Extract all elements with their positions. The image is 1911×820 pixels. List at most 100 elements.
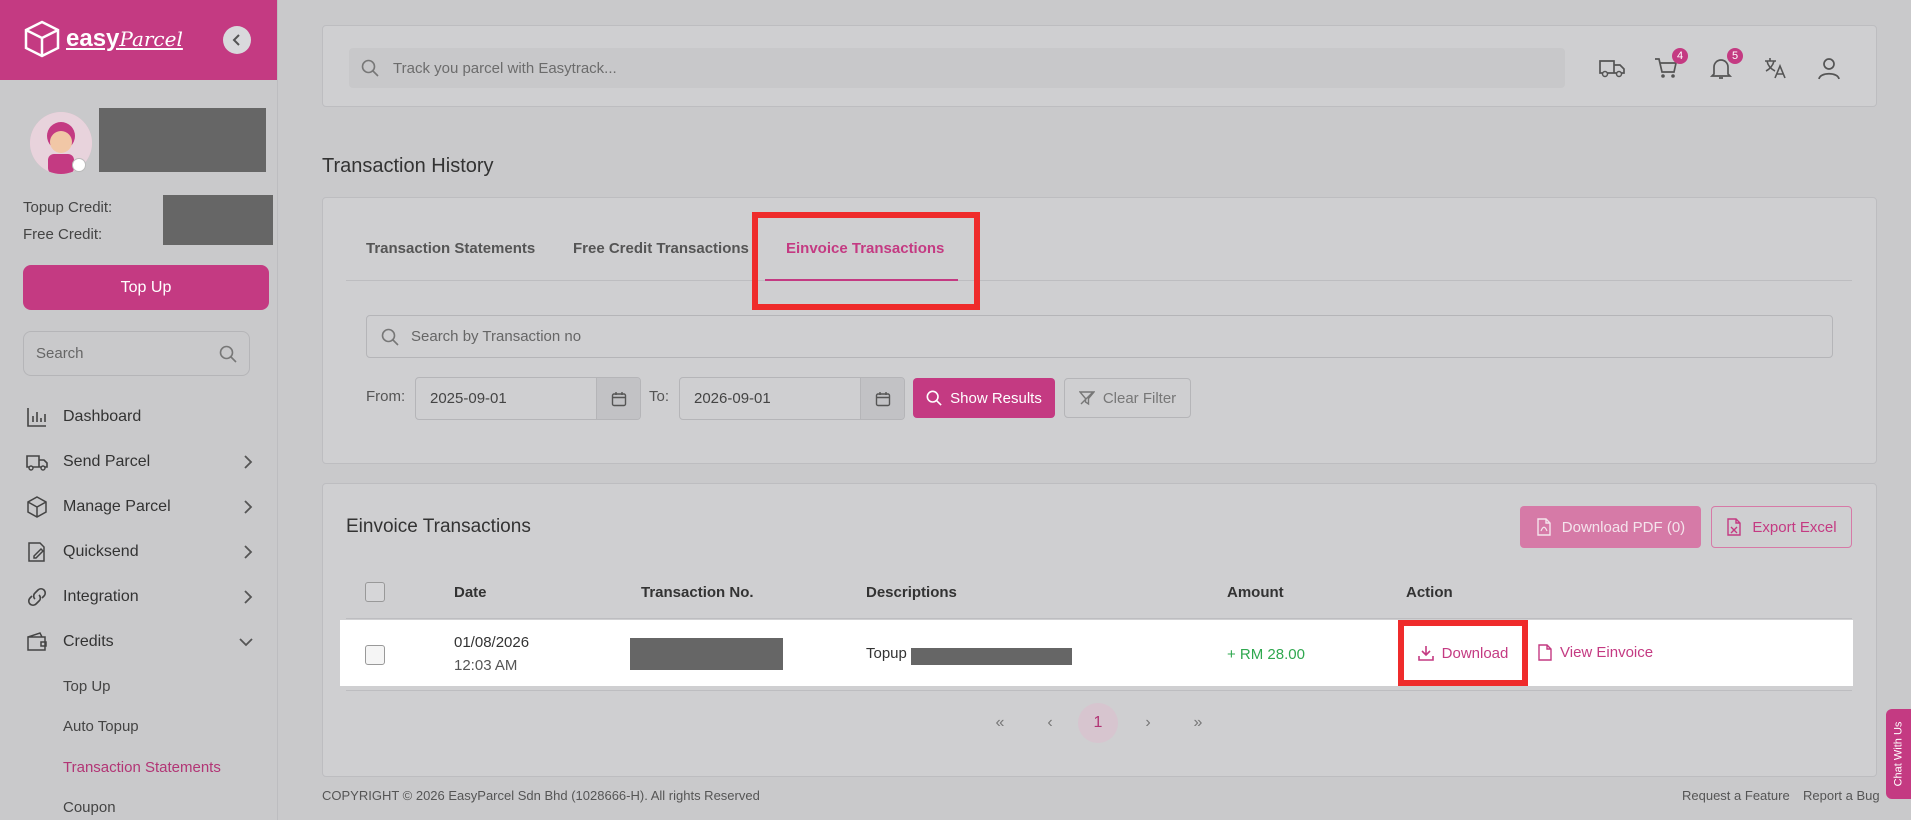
cart-badge: 4 bbox=[1672, 48, 1688, 64]
pdf-file-icon bbox=[1537, 518, 1551, 536]
chevron-left-icon bbox=[232, 34, 240, 46]
sidebar-subitem-top-up[interactable]: Top Up bbox=[63, 678, 111, 695]
sidebar-subitem-auto-topup[interactable]: Auto Topup bbox=[63, 718, 139, 735]
sidebar-subitem-coupon[interactable]: Coupon bbox=[63, 799, 116, 816]
row-divider bbox=[346, 690, 1852, 691]
sidebar-item-manage-parcel[interactable]: Manage Parcel bbox=[25, 492, 253, 522]
sidebar-item-label: Manage Parcel bbox=[63, 498, 171, 515]
sidebar-subitem-transaction-statements[interactable]: Transaction Statements bbox=[63, 759, 221, 776]
redacted-credit-values bbox=[163, 195, 273, 245]
easytrack-search-input[interactable]: Track you parcel with Easytrack... bbox=[349, 48, 1565, 88]
sidebar-search-input[interactable]: Search bbox=[23, 331, 250, 376]
download-icon bbox=[1417, 646, 1434, 661]
download-pdf-button[interactable]: Download PDF (0) bbox=[1520, 506, 1701, 548]
row-date: 01/08/2026 bbox=[454, 634, 530, 651]
user-icon bbox=[1818, 58, 1840, 80]
box-icon bbox=[25, 495, 49, 519]
redacted-transaction-no bbox=[630, 638, 783, 670]
collapse-sidebar-button[interactable] bbox=[223, 26, 251, 54]
sidebar-item-label: Dashboard bbox=[63, 408, 142, 425]
logo[interactable]: easyParcel bbox=[24, 20, 183, 58]
bar-chart-icon bbox=[25, 405, 49, 429]
prev-page-button[interactable]: ‹ bbox=[1038, 707, 1062, 739]
box-logo-icon bbox=[24, 20, 60, 58]
chevron-right-icon bbox=[244, 590, 253, 604]
header-divider bbox=[346, 618, 1852, 619]
shipment-truck-button[interactable] bbox=[1598, 54, 1626, 82]
sidebar-search-placeholder: Search bbox=[36, 345, 84, 362]
next-page-button[interactable]: › bbox=[1136, 707, 1160, 739]
from-date-value: 2025-09-01 bbox=[430, 390, 507, 407]
language-button[interactable] bbox=[1761, 54, 1789, 82]
export-excel-label: Export Excel bbox=[1752, 518, 1837, 536]
notifications-button[interactable]: 5 bbox=[1707, 48, 1743, 82]
first-page-button[interactable]: « bbox=[988, 707, 1012, 739]
calendar-icon[interactable] bbox=[860, 378, 904, 419]
row-checkbox[interactable] bbox=[365, 645, 385, 665]
page-1-button[interactable]: 1 bbox=[1078, 703, 1118, 743]
chevron-right-icon bbox=[244, 455, 253, 469]
transaction-search-placeholder: Search by Transaction no bbox=[411, 328, 582, 345]
top-up-button[interactable]: Top Up bbox=[23, 265, 269, 310]
chevron-right-icon bbox=[244, 545, 253, 559]
edit-icon bbox=[25, 540, 49, 564]
sidebar-item-dashboard[interactable]: Dashboard bbox=[25, 402, 253, 432]
translate-icon bbox=[1765, 58, 1786, 79]
export-excel-button[interactable]: Export Excel bbox=[1711, 506, 1852, 548]
tab-transaction-statements[interactable]: Transaction Statements bbox=[366, 240, 535, 257]
to-date-input[interactable]: 2026-09-01 bbox=[679, 377, 905, 420]
report-bug-link[interactable]: Report a Bug bbox=[1803, 788, 1880, 803]
sidebar-item-integration[interactable]: Integration bbox=[25, 582, 253, 612]
sidebar-item-credits[interactable]: Credits bbox=[25, 627, 253, 657]
filter-clear-icon bbox=[1078, 391, 1095, 406]
download-pdf-label: Download PDF (0) bbox=[1561, 518, 1686, 536]
show-results-label: Show Results bbox=[950, 389, 1042, 407]
truck-icon bbox=[25, 450, 49, 474]
excel-file-icon bbox=[1727, 518, 1742, 536]
calendar-icon[interactable] bbox=[596, 378, 640, 419]
topup-credit-label: Topup Credit: bbox=[23, 199, 113, 216]
column-header-descriptions: Descriptions bbox=[866, 584, 957, 601]
redacted-username bbox=[99, 108, 266, 172]
tab-free-credit-transactions[interactable]: Free Credit Transactions bbox=[573, 240, 749, 257]
free-credit-label: Free Credit: bbox=[23, 226, 103, 243]
sidebar-item-send-parcel[interactable]: Send Parcel bbox=[25, 447, 253, 477]
search-icon bbox=[361, 59, 379, 77]
search-icon bbox=[381, 328, 399, 346]
from-date-input[interactable]: 2025-09-01 bbox=[415, 377, 641, 420]
sidebar: easyParcel Topup Credit: Free Credit: To… bbox=[0, 0, 278, 820]
last-page-button[interactable]: » bbox=[1186, 707, 1210, 739]
wallet-icon bbox=[25, 630, 49, 654]
request-feature-link[interactable]: Request a Feature bbox=[1682, 788, 1790, 803]
row-description: Topup bbox=[866, 645, 907, 662]
highlight-box-tab bbox=[752, 212, 980, 310]
tab-divider bbox=[346, 280, 1852, 281]
redacted-description bbox=[911, 648, 1072, 665]
top-header: Track you parcel with Easytrack... 4 5 bbox=[322, 25, 1877, 107]
sidebar-item-label: Quicksend bbox=[63, 543, 139, 560]
account-button[interactable] bbox=[1815, 54, 1843, 82]
cart-button[interactable]: 4 bbox=[1652, 48, 1688, 82]
clear-filter-label: Clear Filter bbox=[1102, 389, 1177, 407]
from-label: From: bbox=[366, 388, 406, 405]
view-einvoice-label: View Einvoice bbox=[1560, 644, 1654, 661]
select-all-checkbox[interactable] bbox=[365, 582, 385, 602]
search-icon bbox=[926, 390, 942, 406]
chat-with-us-button[interactable]: Chat With Us bbox=[1886, 709, 1911, 799]
sidebar-item-label: Integration bbox=[63, 588, 139, 605]
easytrack-placeholder: Track you parcel with Easytrack... bbox=[393, 59, 617, 77]
row-amount: + RM 28.00 bbox=[1227, 646, 1305, 663]
row-time: 12:03 AM bbox=[454, 657, 518, 674]
transaction-search-input[interactable]: Search by Transaction no bbox=[366, 315, 1833, 358]
clear-filter-button[interactable]: Clear Filter bbox=[1064, 378, 1191, 418]
column-header-amount: Amount bbox=[1227, 584, 1284, 601]
logo-text: easyParcel bbox=[66, 25, 183, 52]
sidebar-item-label: Send Parcel bbox=[63, 453, 151, 470]
download-label: Download bbox=[1441, 644, 1509, 662]
show-results-button[interactable]: Show Results bbox=[913, 378, 1055, 418]
view-einvoice-link[interactable]: View Einvoice bbox=[1538, 644, 1653, 661]
sidebar-item-quicksend[interactable]: Quicksend bbox=[25, 537, 253, 567]
download-einvoice-button[interactable]: Download bbox=[1398, 620, 1528, 686]
chevron-right-icon bbox=[244, 500, 253, 514]
column-header-transaction-no: Transaction No. bbox=[641, 584, 754, 601]
